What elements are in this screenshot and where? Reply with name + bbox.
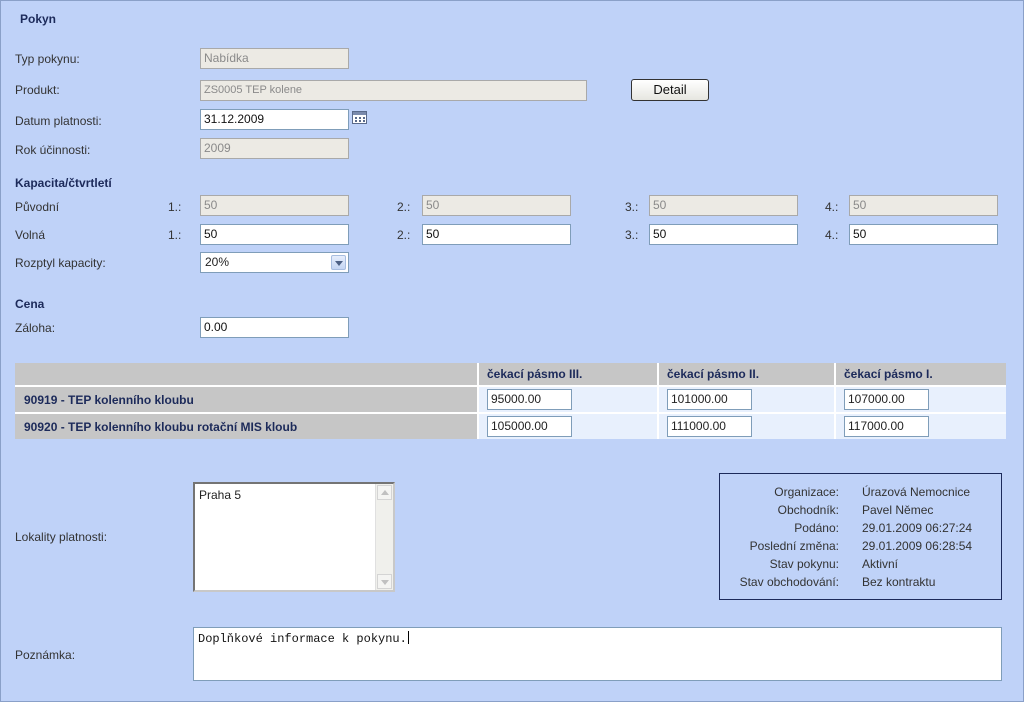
- info-row: Stav obchodování: Bez kontraktu: [720, 575, 1001, 593]
- volna-label: Volná: [15, 228, 46, 242]
- column-header: [15, 363, 478, 386]
- scrollbar[interactable]: [375, 484, 393, 590]
- info-row: Poslední změna: 29.01.2009 06:28:54: [720, 539, 1001, 557]
- price-cell: 105000.00: [477, 412, 658, 439]
- volna-q1-input[interactable]: 50: [200, 224, 349, 245]
- typ-pokynu-field: Nabídka: [200, 48, 349, 69]
- column-header: čekací pásmo II.: [657, 363, 835, 386]
- info-row: Stav pokynu: Aktivní: [720, 557, 1001, 575]
- puvodni-q1-field: 50: [200, 195, 349, 216]
- quarter-label: 3.:: [625, 228, 639, 242]
- typ-pokynu-label: Typ pokynu:: [15, 52, 80, 66]
- rok-ucinnosti-field: 2009: [200, 138, 349, 159]
- price-input[interactable]: 111000.00: [667, 416, 752, 437]
- poznamka-textarea[interactable]: Doplňkové informace k pokynu.: [193, 627, 1002, 681]
- price-input[interactable]: 117000.00: [844, 416, 929, 437]
- info-row: Organizace: Úrazová Nemocnice: [720, 485, 1001, 503]
- produkt-label: Produkt:: [15, 83, 60, 97]
- info-key: Stav obchodování:: [739, 575, 839, 589]
- price-input[interactable]: 105000.00: [487, 416, 572, 437]
- rozptyl-value: 20%: [205, 255, 230, 269]
- info-key: Obchodník:: [777, 503, 839, 517]
- zaloha-input[interactable]: 0.00: [200, 317, 349, 338]
- info-value: Úrazová Nemocnice: [862, 485, 971, 499]
- column-header: čekací pásmo I.: [834, 363, 1006, 386]
- price-cell: 111000.00: [657, 412, 835, 439]
- quarter-label: 3.:: [625, 200, 639, 214]
- datum-platnosti-label: Datum platnosti:: [15, 114, 102, 128]
- kapacita-heading: Kapacita/čtvrtletí: [15, 176, 112, 190]
- puvodni-q4-field: 50: [849, 195, 998, 216]
- page-title: Pokyn: [20, 12, 57, 26]
- quarter-label: 4.:: [825, 228, 839, 242]
- lokality-label: Lokality platnosti:: [15, 530, 108, 544]
- chevron-down-icon[interactable]: [331, 255, 346, 270]
- info-row: Obchodník: Pavel Němec: [720, 503, 1001, 521]
- poznamka-text: Doplňkové informace k pokynu.: [198, 632, 407, 646]
- zaloha-label: Záloha:: [15, 321, 56, 335]
- quarter-label: 2.:: [397, 228, 411, 242]
- list-item[interactable]: Praha 5: [199, 488, 241, 502]
- price-cell: 117000.00: [834, 412, 1006, 439]
- quarter-label: 4.:: [825, 200, 839, 214]
- datum-platnosti-input[interactable]: 31.12.2009: [200, 109, 349, 130]
- info-key: Poslední změna:: [749, 539, 839, 553]
- calendar-icon[interactable]: [352, 111, 367, 124]
- info-key: Organizace:: [774, 485, 839, 499]
- scroll-down-icon[interactable]: [377, 574, 392, 589]
- quarter-label: 1.:: [168, 228, 182, 242]
- quarter-label: 2.:: [397, 200, 411, 214]
- price-input[interactable]: 107000.00: [844, 389, 929, 410]
- info-value: 29.01.2009 06:27:24: [862, 521, 973, 535]
- rok-ucinnosti-label: Rok účinnosti:: [15, 143, 91, 157]
- cena-heading: Cena: [15, 297, 45, 311]
- row-name: 90919 - TEP kolenního kloubu: [15, 385, 478, 413]
- price-cell: 101000.00: [657, 385, 835, 413]
- info-value: Bez kontraktu: [862, 575, 936, 589]
- puvodni-label: Původní: [15, 200, 60, 214]
- volna-q2-input[interactable]: 50: [422, 224, 571, 245]
- column-header: čekací pásmo III.: [477, 363, 658, 386]
- puvodni-q2-field: 50: [422, 195, 571, 216]
- volna-q3-input[interactable]: 50: [649, 224, 798, 245]
- lokality-listbox[interactable]: Praha 5: [193, 482, 395, 592]
- table-header-row: čekací pásmo III. čekací pásmo II. čekac…: [15, 363, 1006, 386]
- rozptyl-label: Rozptyl kapacity:: [15, 256, 106, 270]
- detail-button[interactable]: Detail: [631, 79, 709, 101]
- row-name: 90920 - TEP kolenního kloubu rotační MIS…: [15, 412, 478, 439]
- volna-q4-input[interactable]: 50: [849, 224, 998, 245]
- info-key: Stav pokynu:: [769, 557, 839, 571]
- text-cursor: [407, 631, 409, 644]
- poznamka-label: Poznámka:: [15, 648, 76, 662]
- info-value: 29.01.2009 06:28:54: [862, 539, 973, 553]
- price-cell: 107000.00: [834, 385, 1006, 413]
- info-value: Aktivní: [862, 557, 899, 571]
- produkt-field: ZS0005 TEP kolene: [200, 80, 587, 101]
- info-key: Podáno:: [794, 521, 839, 535]
- info-row: Podáno: 29.01.2009 06:27:24: [720, 521, 1001, 539]
- info-panel: Organizace: Úrazová Nemocnice Obchodník: P…: [719, 473, 1002, 600]
- table-row: 90919 - TEP kolenního kloubu 95000.00 10…: [15, 385, 1006, 413]
- info-value: Pavel Němec: [862, 503, 934, 517]
- scroll-up-icon[interactable]: [377, 485, 392, 500]
- price-table: čekací pásmo III. čekací pásmo II. čekac…: [15, 363, 1006, 439]
- table-row: 90920 - TEP kolenního kloubu rotační MIS…: [15, 412, 1006, 439]
- price-input[interactable]: 95000.00: [487, 389, 572, 410]
- price-cell: 95000.00: [477, 385, 658, 413]
- rozptyl-select[interactable]: 20%: [200, 252, 349, 273]
- price-input[interactable]: 101000.00: [667, 389, 752, 410]
- quarter-label: 1.:: [168, 200, 182, 214]
- puvodni-q3-field: 50: [649, 195, 798, 216]
